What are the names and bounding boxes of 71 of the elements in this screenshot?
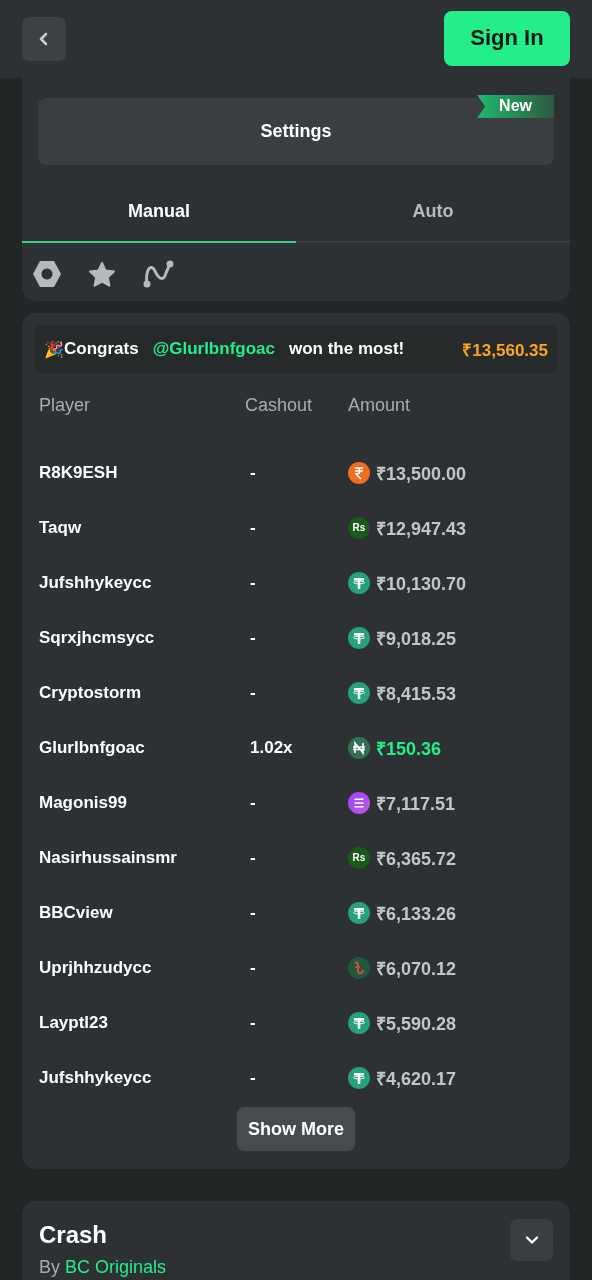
cashout-value: 1.02x [250, 737, 294, 758]
winner-amount: ₹13,560.35 [462, 339, 548, 361]
bet-amount: ₹150.36 [376, 737, 442, 760]
show-more-button[interactable]: Show More [237, 1107, 355, 1151]
player-name: R8K9ESH [39, 462, 119, 483]
chevron-left-icon [38, 31, 50, 47]
bet-amount: ₹5,590.28 [376, 1012, 457, 1035]
back-button[interactable] [22, 17, 66, 61]
bet-amount: ₹13,500.00 [376, 462, 467, 485]
sign-in-button[interactable]: Sign In [444, 10, 570, 66]
column-header: Amount [348, 394, 411, 416]
taka-coin-icon [348, 956, 370, 979]
expand-button[interactable] [510, 1219, 553, 1261]
player-name: Layptl23 [39, 1012, 109, 1033]
congrats-text: Congrats [64, 339, 139, 358]
winner-name: @Glurlbnfgoac [152, 339, 275, 359]
player-name: Nasirhussainsmr [39, 847, 178, 868]
congrats-text: won the most! [289, 339, 405, 359]
bet-amount: ₹12,947.43 [376, 517, 467, 540]
bet-amount: ₹7,117.51 [376, 792, 456, 815]
mode-tab[interactable]: Auto [296, 181, 570, 243]
naira-coin-icon [348, 736, 370, 759]
cashout-value: - [250, 572, 257, 593]
tether-coin-icon [348, 626, 370, 649]
party-popper-icon: 🎉 [44, 339, 64, 359]
rs-coin-icon: Rs [348, 846, 370, 869]
rs-coin-icon: Rs [348, 516, 370, 539]
tether-coin-icon [348, 1011, 370, 1034]
cashout-value: - [250, 1012, 257, 1033]
cashout-value: - [250, 957, 257, 978]
player-name: Magonis99 [39, 792, 128, 813]
player-name: Jufshhykeycc [39, 1067, 153, 1088]
chevron-down-icon [523, 1234, 540, 1246]
bet-amount: ₹6,070.12 [376, 957, 457, 980]
player-name: Uprjhhzudycc [39, 957, 153, 978]
bet-amount: ₹10,130.70 [376, 572, 467, 595]
new-ribbon: New [477, 95, 554, 118]
player-name: Cryptostorm [39, 682, 142, 703]
solana-coin-icon [348, 791, 370, 814]
provider-link[interactable]: BC Originals [65, 1257, 167, 1278]
cashout-value: - [250, 627, 257, 648]
cashout-value: - [250, 682, 257, 703]
game-title: Crash [39, 1221, 109, 1249]
rupee-coin-icon [348, 461, 370, 484]
tether-coin-icon [348, 681, 370, 704]
column-header: Cashout [245, 394, 314, 416]
bet-amount: ₹9,018.25 [376, 627, 457, 650]
tether-coin-icon [348, 901, 370, 924]
by-label: By [39, 1257, 60, 1278]
star-icon[interactable] [88, 260, 116, 288]
hexagon-nut-icon[interactable] [32, 260, 62, 288]
player-name: BBCview [39, 902, 114, 923]
cashout-value: - [250, 462, 257, 483]
mode-tab[interactable]: Manual [22, 181, 296, 243]
cashout-value: - [250, 517, 257, 538]
cashout-value: - [250, 847, 257, 868]
curve-icon[interactable] [142, 259, 176, 289]
tether-coin-icon [348, 1066, 370, 1089]
cashout-value: - [250, 902, 257, 923]
cashout-value: - [250, 1067, 257, 1088]
player-name: Glurlbnfgoac [39, 737, 146, 758]
cashout-value: - [250, 792, 257, 813]
bet-amount: ₹6,133.26 [376, 902, 457, 925]
column-header: Player [39, 394, 92, 416]
bet-amount: ₹4,620.17 [376, 1067, 457, 1090]
player-name: Sqrxjhcmsycc [39, 627, 156, 648]
tether-coin-icon [348, 571, 370, 594]
player-name: Jufshhykeycc [39, 572, 153, 593]
bet-amount: ₹8,415.53 [376, 682, 457, 705]
bet-amount: ₹6,365.72 [376, 847, 457, 870]
player-name: Taqw [39, 517, 83, 538]
